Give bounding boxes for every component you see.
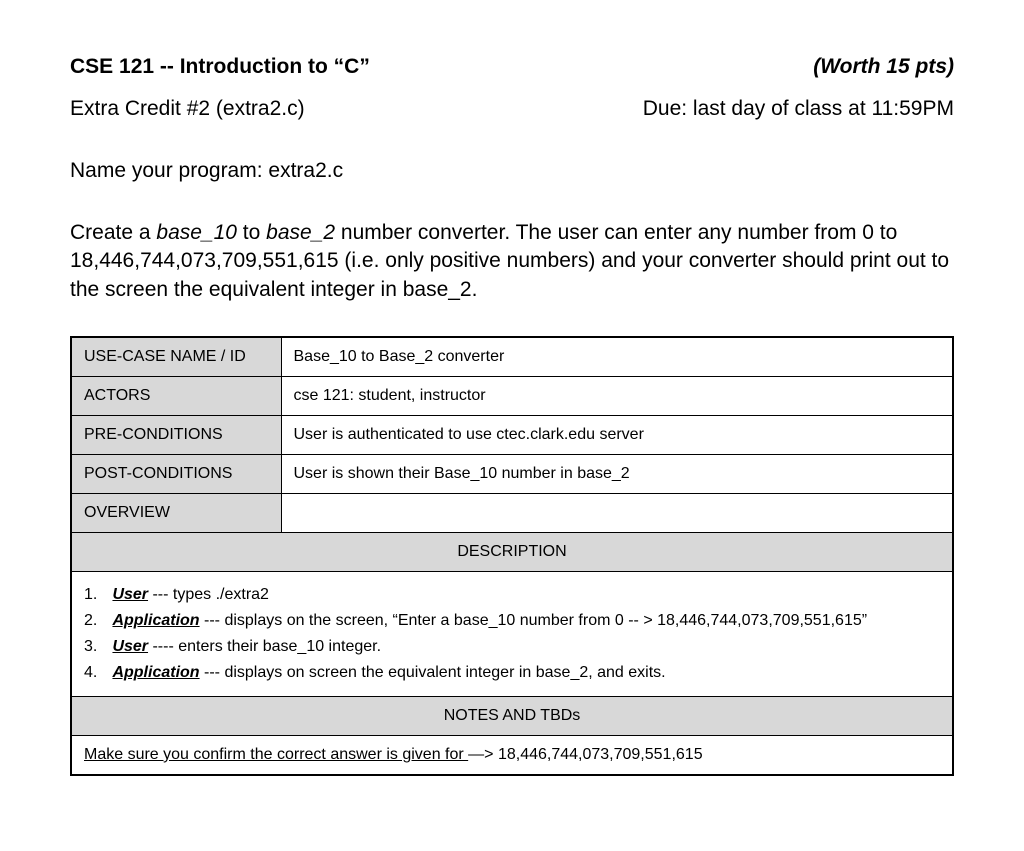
table-row: USE-CASE NAME / ID Base_10 to Base_2 con… (71, 337, 953, 377)
notes-header: NOTES AND TBDs (71, 697, 953, 736)
table-row: PRE-CONDITIONS User is authenticated to … (71, 416, 953, 455)
usecase-table: USE-CASE NAME / ID Base_10 to Base_2 con… (70, 336, 954, 776)
step-text: --- displays on screen the equivalent in… (200, 664, 666, 681)
notes-rest-text: —> 18,446,744,073,709,551,615 (468, 746, 702, 763)
step-actor: User (112, 586, 148, 603)
usecase-value: Base_10 to Base_2 converter (281, 337, 953, 377)
steps-list: 1. User --- types ./extra2 2. Applicatio… (84, 582, 940, 686)
description-body: 1. User --- types ./extra2 2. Applicatio… (71, 572, 953, 697)
overview-label: OVERVIEW (71, 494, 281, 533)
worth-points: (Worth 15 pts) (813, 55, 954, 79)
table-row: 1. User --- types ./extra2 2. Applicatio… (71, 572, 953, 697)
course-title: CSE 121 -- Introduction to “C” (70, 55, 370, 79)
assignment-name: Extra Credit #2 (extra2.c) (70, 97, 305, 121)
due-date: Due: last day of class at 11:59PM (643, 97, 954, 121)
step-text: --- types ./extra2 (148, 586, 269, 603)
list-item: 3. User ---- enters their base_10 intege… (84, 634, 940, 660)
overview-value (281, 494, 953, 533)
notes-underline-text: Make sure you confirm the correct answer… (84, 746, 468, 763)
table-row: POST-CONDITIONS User is shown their Base… (71, 455, 953, 494)
description-header: DESCRIPTION (71, 533, 953, 572)
postconditions-label: POST-CONDITIONS (71, 455, 281, 494)
table-row: OVERVIEW (71, 494, 953, 533)
table-row: DESCRIPTION (71, 533, 953, 572)
preconditions-label: PRE-CONDITIONS (71, 416, 281, 455)
step-actor: User (112, 638, 148, 655)
desc-base2: base_2 (266, 221, 335, 244)
subheader-row: Extra Credit #2 (extra2.c) Due: last day… (70, 97, 954, 121)
desc-prefix: Create a (70, 221, 156, 244)
header-row: CSE 121 -- Introduction to “C” (Worth 15… (70, 55, 954, 79)
step-number: 3. (84, 638, 108, 656)
notes-body: Make sure you confirm the correct answer… (71, 736, 953, 776)
desc-mid1: to (237, 221, 266, 244)
postconditions-value: User is shown their Base_10 number in ba… (281, 455, 953, 494)
table-row: NOTES AND TBDs (71, 697, 953, 736)
step-actor: Application (112, 664, 199, 681)
actors-label: ACTORS (71, 377, 281, 416)
actors-value: cse 121: student, instructor (281, 377, 953, 416)
assignment-description: Create a base_10 to base_2 number conver… (70, 219, 954, 304)
step-actor: Application (112, 612, 199, 629)
step-text: --- displays on the screen, “Enter a bas… (200, 612, 868, 629)
desc-base10: base_10 (156, 221, 237, 244)
step-number: 4. (84, 664, 108, 682)
name-program-line: Name your program: extra2.c (70, 159, 954, 183)
list-item: 2. Application --- displays on the scree… (84, 608, 940, 634)
table-row: Make sure you confirm the correct answer… (71, 736, 953, 776)
table-row: ACTORS cse 121: student, instructor (71, 377, 953, 416)
step-number: 2. (84, 612, 108, 630)
list-item: 4. Application --- displays on screen th… (84, 660, 940, 686)
step-text: ---- enters their base_10 integer. (148, 638, 381, 655)
step-number: 1. (84, 586, 108, 604)
usecase-label: USE-CASE NAME / ID (71, 337, 281, 377)
preconditions-value: User is authenticated to use ctec.clark.… (281, 416, 953, 455)
list-item: 1. User --- types ./extra2 (84, 582, 940, 608)
